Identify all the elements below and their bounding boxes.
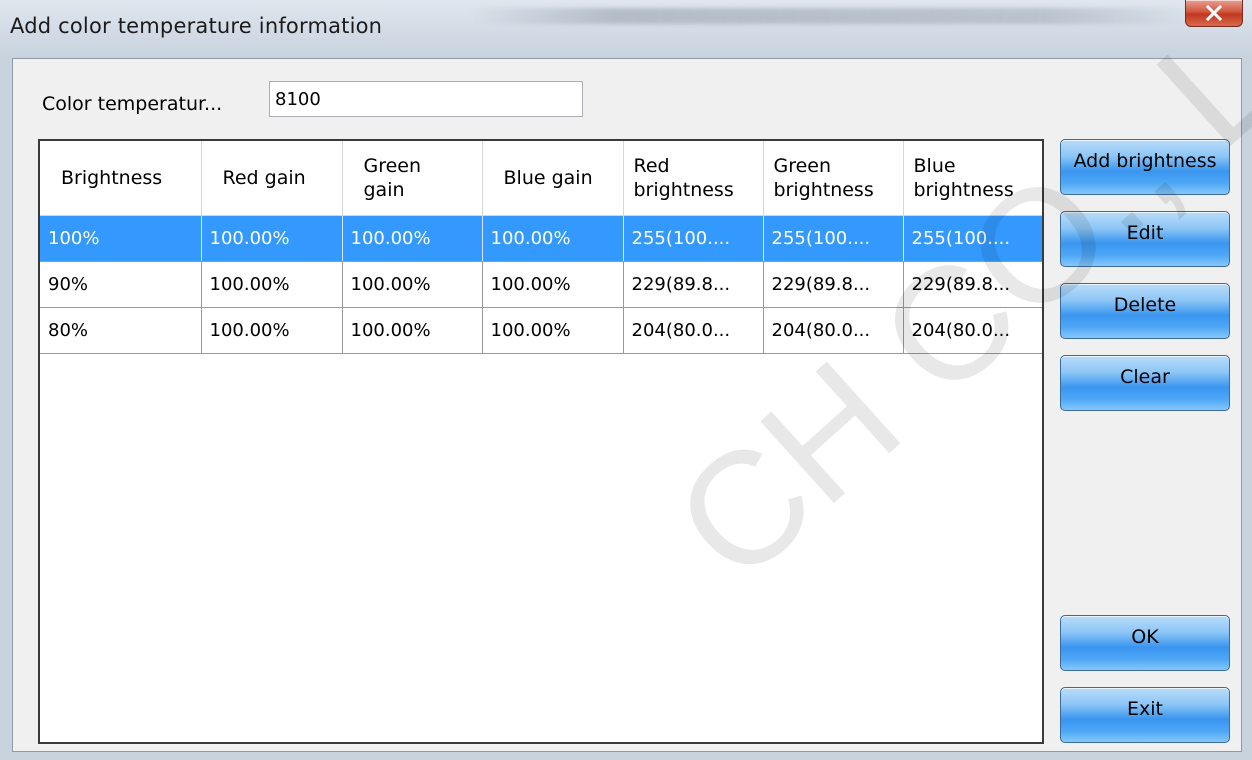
table-cell: 100%	[40, 215, 202, 262]
table-cell: 100.00%	[201, 215, 343, 262]
table-cell: 255(100....	[763, 215, 904, 262]
table-cell: 204(80.0...	[763, 307, 904, 354]
delete-button[interactable]: Delete	[1060, 283, 1230, 339]
table-cell: 100.00%	[482, 307, 624, 354]
table-row[interactable]: 100% 100.00% 100.00% 100.00% 255(100....…	[40, 215, 1042, 262]
close-button[interactable]	[1185, 0, 1243, 27]
exit-label: Exit	[1127, 698, 1163, 720]
table-cell: 229(89.8...	[623, 261, 764, 308]
table-cell: 100.00%	[342, 307, 483, 354]
brightness-table[interactable]: Brightness Red gain Green gain Blue gain…	[38, 139, 1044, 744]
table-header-row: Brightness Red gain Green gain Blue gain…	[40, 141, 1042, 216]
ok-label: OK	[1131, 626, 1159, 648]
delete-label: Delete	[1113, 294, 1177, 316]
table-cell: 204(80.0...	[623, 307, 764, 354]
table-row[interactable]: 80% 100.00% 100.00% 100.00% 204(80.0... …	[40, 307, 1042, 354]
table-cell: 100.00%	[482, 261, 624, 308]
column-header-red-gain[interactable]: Red gain	[201, 141, 343, 216]
table-cell: 100.00%	[201, 307, 343, 354]
table-cell: 90%	[40, 261, 202, 308]
table-cell: 80%	[40, 307, 202, 354]
title-bar: Add color temperature information	[0, 0, 1252, 56]
ok-button[interactable]: OK	[1060, 615, 1230, 671]
column-header-blue-gain[interactable]: Blue gain	[482, 141, 624, 216]
dialog-body: Color temperatur... Brightness Red gain …	[12, 58, 1242, 752]
column-header-green-gain[interactable]: Green gain	[342, 141, 483, 216]
clear-label: Clear	[1120, 366, 1170, 388]
clear-button[interactable]: Clear	[1060, 355, 1230, 411]
close-icon	[1205, 5, 1223, 21]
column-header-red-brightness[interactable]: Red brightness	[623, 141, 764, 216]
table-cell: 100.00%	[482, 215, 624, 262]
add-brightness-label: Add brightness	[1073, 150, 1217, 172]
table-cell: 204(80.0...	[903, 307, 1042, 354]
dialog-frame: Color temperatur... Brightness Red gain …	[0, 56, 1252, 760]
window-title: Add color temperature information	[10, 14, 383, 38]
table-cell: 100.00%	[342, 215, 483, 262]
exit-button[interactable]: Exit	[1060, 687, 1230, 743]
table-cell: 255(100....	[903, 215, 1042, 262]
column-header-brightness[interactable]: Brightness	[40, 141, 202, 216]
title-blur	[470, 8, 1190, 24]
table-cell: 229(89.8...	[903, 261, 1042, 308]
column-header-blue-brightness[interactable]: Blue brightness	[903, 141, 1042, 216]
color-temperature-label: Color temperatur...	[42, 93, 223, 115]
table-cell: 100.00%	[201, 261, 343, 308]
color-temperature-input[interactable]	[269, 81, 583, 117]
edit-label: Edit	[1126, 222, 1164, 244]
edit-button[interactable]: Edit	[1060, 211, 1230, 267]
table-cell: 100.00%	[342, 261, 483, 308]
table-cell: 255(100....	[623, 215, 764, 262]
table-cell: 229(89.8...	[763, 261, 904, 308]
table-row[interactable]: 90% 100.00% 100.00% 100.00% 229(89.8... …	[40, 261, 1042, 308]
column-header-green-brightness[interactable]: Green brightness	[763, 141, 904, 216]
add-brightness-button[interactable]: Add brightness	[1060, 139, 1230, 195]
